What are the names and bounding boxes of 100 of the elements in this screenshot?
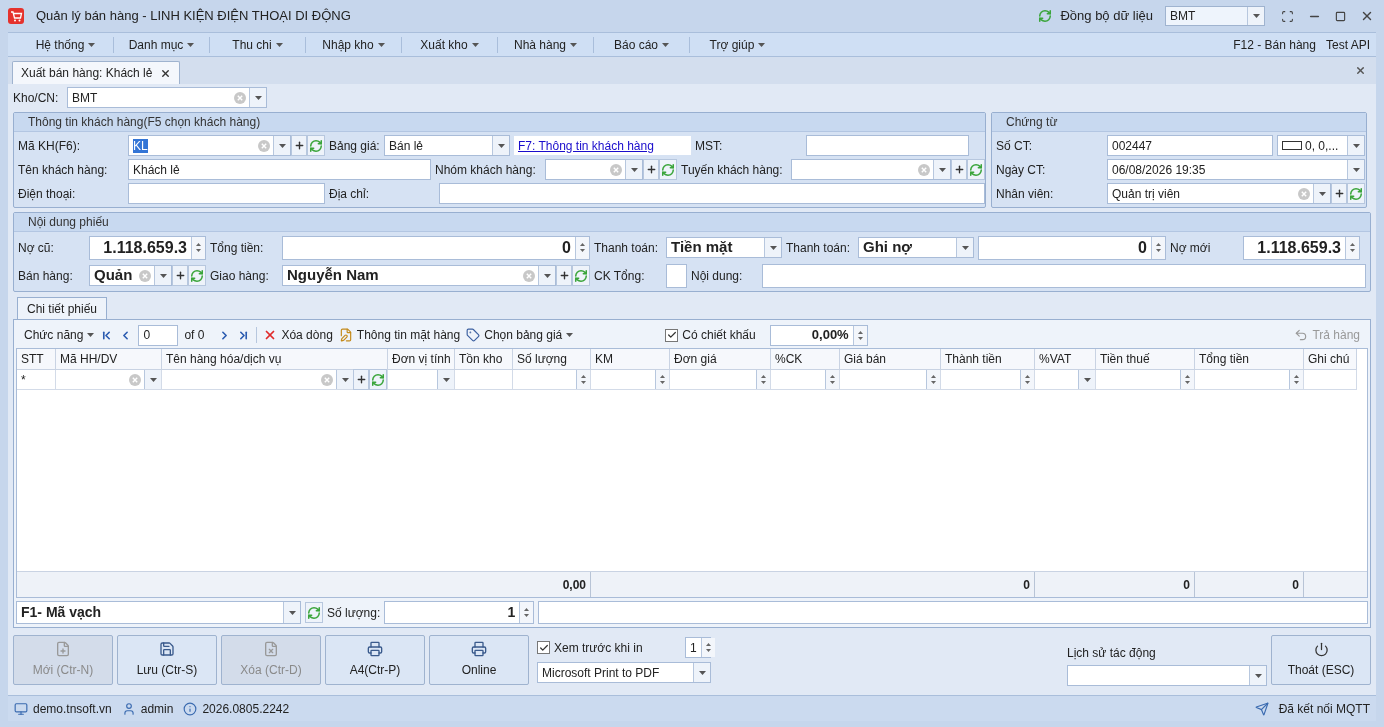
column-header[interactable]: Tên hàng hóa/dịch vụ xyxy=(162,349,388,370)
spin-button[interactable] xyxy=(1289,370,1303,389)
column-header[interactable]: KM xyxy=(591,349,670,370)
close-tab-icon[interactable] xyxy=(160,67,172,79)
grid-cell-editor[interactable] xyxy=(941,370,1035,390)
grid-cell-editor[interactable] xyxy=(840,370,941,390)
spin-button[interactable] xyxy=(575,236,589,259)
spin-button[interactable] xyxy=(576,370,590,389)
grid-cell-editor[interactable] xyxy=(162,370,388,390)
input-field[interactable] xyxy=(762,263,1366,288)
menu-item[interactable]: Test API xyxy=(1325,35,1370,54)
dropdown-button[interactable] xyxy=(933,160,950,179)
delete-row-button[interactable]: Xóa dòng xyxy=(263,326,333,344)
maximize-icon[interactable] xyxy=(1335,10,1346,22)
input-field[interactable]: Khách lẻ xyxy=(128,159,431,180)
combo-box[interactable]: Bán lẻ xyxy=(384,135,510,156)
dropdown-button[interactable] xyxy=(1313,184,1330,203)
column-header[interactable]: Số lượng xyxy=(513,349,591,370)
number-field[interactable]: 1.118.659.3 xyxy=(89,235,206,260)
menu-item[interactable]: F12 - Bán hàng xyxy=(1233,35,1316,54)
menu-item[interactable]: Hệ thống xyxy=(18,35,113,54)
sync-label[interactable]: Đồng bộ dữ liệu xyxy=(1060,6,1153,26)
spin-button[interactable] xyxy=(825,370,839,389)
dropdown-button[interactable] xyxy=(764,238,781,257)
input-field[interactable] xyxy=(439,183,985,204)
number-field[interactable]: 0 xyxy=(978,235,1166,260)
menu-item[interactable]: Báo cáo xyxy=(594,35,689,54)
column-header[interactable]: Ghi chú xyxy=(1304,349,1357,370)
add-button[interactable] xyxy=(291,135,307,156)
spin-button[interactable] xyxy=(655,370,669,389)
column-header[interactable]: Đơn giá xyxy=(670,349,771,370)
grid-cell-editor[interactable] xyxy=(513,370,591,390)
printer-select[interactable]: Microsoft Print to PDF xyxy=(537,662,711,683)
column-header[interactable]: Đơn vị tính xyxy=(388,349,455,370)
spin-button[interactable] xyxy=(1151,236,1165,259)
barcode-mode-select[interactable]: F1- Mã vạch xyxy=(16,601,301,624)
preview-checkbox[interactable]: Xem trước khi in xyxy=(537,638,681,657)
discount-checkbox[interactable]: Có chiết khấu xyxy=(665,326,756,344)
menu-item[interactable]: Xuất kho xyxy=(402,35,497,54)
page-field[interactable]: 0 xyxy=(138,324,179,346)
refresh-button[interactable] xyxy=(305,602,323,623)
grid-cell-editor[interactable] xyxy=(591,370,670,390)
close-icon[interactable] xyxy=(1355,65,1366,76)
branch-select[interactable]: BMT xyxy=(1165,6,1265,26)
dropdown-button[interactable] xyxy=(154,266,172,285)
dropdown-button[interactable] xyxy=(956,238,973,257)
input-field[interactable]: 002447 xyxy=(1107,135,1273,156)
spin-button[interactable] xyxy=(926,370,940,389)
functions-menu[interactable]: Chức năng xyxy=(24,326,95,344)
spin-button[interactable] xyxy=(700,638,715,657)
format-select[interactable]: 0, 0,... xyxy=(1277,135,1365,156)
add-button[interactable] xyxy=(556,265,572,286)
number-field[interactable]: 1.118.659.3 xyxy=(1243,235,1360,260)
dropdown-button[interactable] xyxy=(144,370,161,389)
exit-button[interactable]: Thoát (ESC) xyxy=(1271,635,1371,685)
dropdown-button[interactable] xyxy=(437,370,454,389)
add-button[interactable] xyxy=(1331,183,1347,204)
column-header[interactable]: %CK xyxy=(771,349,840,370)
spin-button[interactable] xyxy=(756,370,770,389)
dropdown-button[interactable] xyxy=(492,136,509,155)
column-header[interactable]: Thành tiền xyxy=(941,349,1035,370)
item-info-button[interactable]: Thông tin mặt hàng xyxy=(338,326,461,344)
column-header[interactable]: Tiền thuế xyxy=(1096,349,1195,370)
combo-box[interactable]: Tiền mặt xyxy=(666,237,782,258)
grid-cell-editor[interactable] xyxy=(771,370,840,390)
close-icon[interactable] xyxy=(1360,9,1374,23)
dropdown-button[interactable] xyxy=(625,160,642,179)
spin-button[interactable] xyxy=(1180,370,1194,389)
grid-cell-editor[interactable] xyxy=(56,370,162,390)
combo-box[interactable]: KL xyxy=(128,135,291,156)
barcode-field[interactable] xyxy=(538,601,1368,624)
dropdown-button[interactable] xyxy=(336,370,353,389)
grid-cell-editor[interactable] xyxy=(1035,370,1096,390)
grid-cell-editor[interactable] xyxy=(1195,370,1304,390)
input-field[interactable] xyxy=(128,183,325,204)
fullscreen-icon[interactable] xyxy=(1281,9,1294,23)
dropdown-button[interactable] xyxy=(283,602,300,623)
add-button[interactable] xyxy=(353,369,369,390)
dropdown-button[interactable] xyxy=(273,136,290,155)
price-list-button[interactable]: Chọn bảng giá xyxy=(466,326,574,344)
menu-item[interactable]: Thu chi xyxy=(210,35,305,54)
grid-cell-editor[interactable] xyxy=(670,370,771,390)
menu-item[interactable]: Nhập kho xyxy=(306,35,401,54)
combo-box[interactable]: Ghi nợ xyxy=(858,237,974,258)
number-field[interactable]: 1 xyxy=(384,601,535,624)
add-button[interactable] xyxy=(172,265,188,286)
combo-box[interactable]: BMT xyxy=(67,87,267,108)
dropdown-button[interactable] xyxy=(1347,160,1364,179)
action-button[interactable]: Lưu (Ctr-S) xyxy=(117,635,217,685)
menu-item[interactable]: Nhà hàng xyxy=(498,35,593,54)
detail-tab[interactable]: Chi tiết phiếu xyxy=(17,297,108,319)
grid-cell-editor[interactable] xyxy=(388,370,455,390)
dropdown-button[interactable] xyxy=(538,266,555,285)
dropdown-button[interactable] xyxy=(693,663,710,682)
dropdown-button[interactable] xyxy=(1347,136,1364,155)
dropdown-button[interactable] xyxy=(1249,666,1266,685)
column-header[interactable]: STT xyxy=(17,349,56,370)
dropdown-button[interactable] xyxy=(249,88,266,107)
action-button[interactable]: Online xyxy=(429,635,529,685)
column-header[interactable]: Mã HH/DV xyxy=(56,349,162,370)
